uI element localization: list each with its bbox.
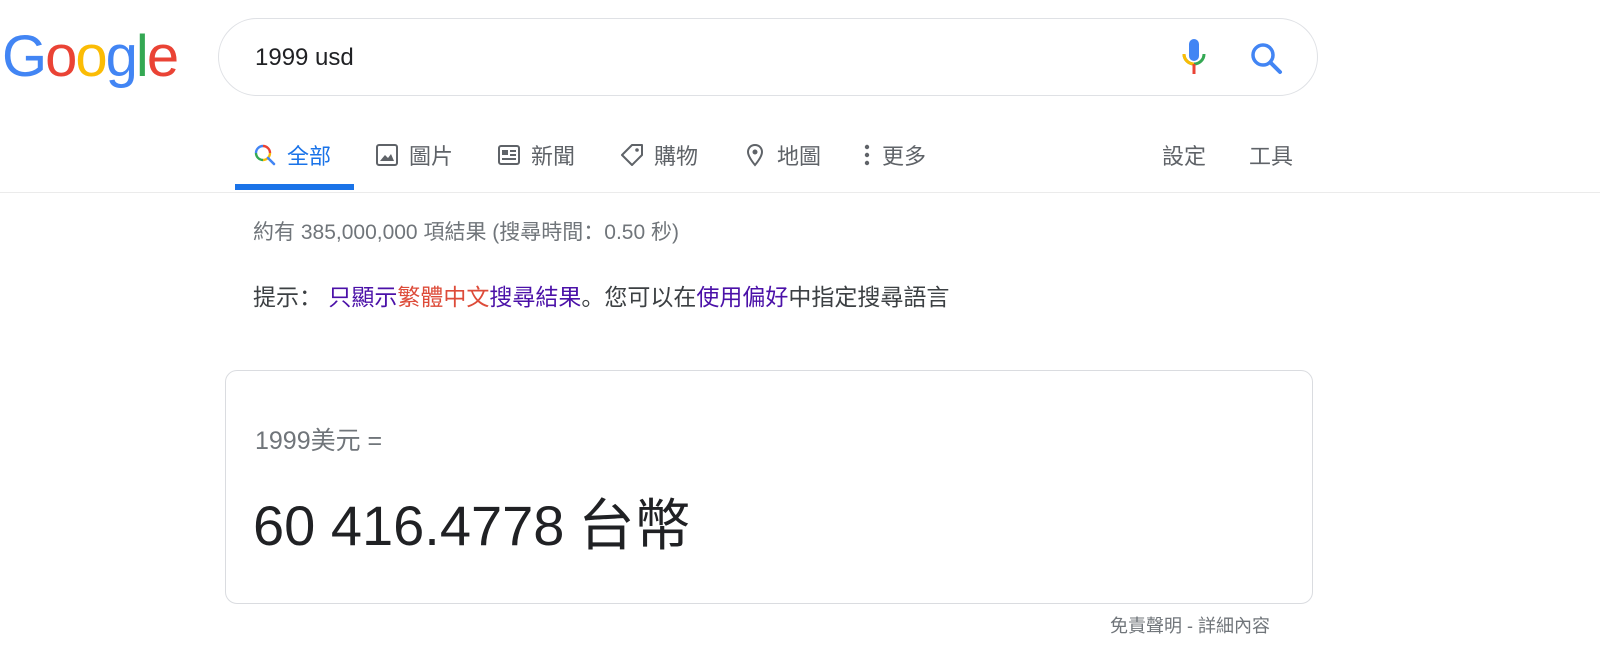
language-tip: 提示： 只顯示繁體中文搜尋結果。您可以在使用偏好中指定搜尋語言 [253,278,949,312]
google-logo[interactable]: Google [2,22,179,92]
tab-label: 全部 [287,144,332,169]
search-tabs: 全部 圖片 新聞 購物 地圖 更多 設定 工具 [0,120,1600,193]
news-icon [497,143,521,167]
converter-from: 1999美元 = [255,427,383,455]
logo-letter: G [2,24,47,89]
tab-all[interactable]: 全部 [253,138,331,172]
more-vertical-icon [862,143,872,167]
search-input[interactable] [255,38,1115,78]
active-tab-indicator [235,184,354,190]
tab-label: 圖片 [409,144,454,169]
logo-letter: o [75,24,107,89]
converter-result-unit: 台幣 [578,494,691,559]
tip-suffix: 中指定搜尋語言 [788,284,950,310]
tip-link-part: 只顯示 [328,284,398,310]
search-box [218,18,1318,96]
converter-result-value: 60 416.4778 [253,494,565,557]
tip-middle: 。您可以在 [581,284,697,310]
logo-letter: o [45,24,77,89]
tab-label: 更多 [882,144,927,169]
tab-label: 購物 [654,144,699,169]
tab-maps[interactable]: 地圖 [743,138,821,172]
map-pin-icon [743,143,767,167]
tip-link-highlight: 繁體中文 [397,284,490,310]
settings-link[interactable]: 設定 [1162,138,1206,172]
tab-images[interactable]: 圖片 [375,138,453,172]
search-icon[interactable] [1247,39,1287,79]
tag-icon [620,143,644,167]
tools-label: 工具 [1249,144,1294,169]
tab-label: 新聞 [531,144,576,169]
search-icon [253,143,277,167]
tools-link[interactable]: 工具 [1249,138,1293,172]
preferences-link[interactable]: 使用偏好 [696,284,788,310]
settings-label: 設定 [1162,144,1207,169]
currency-converter-card: 1999美元 = 60 416.4778 台幣 [225,370,1313,604]
traditional-chinese-only-link[interactable]: 只顯示繁體中文搜尋結果 [328,284,581,310]
disclaimer-link[interactable]: 免責聲明 - 詳細內容 [1110,612,1270,638]
logo-letter: e [146,24,179,89]
tab-label: 地圖 [777,144,822,169]
tab-news[interactable]: 新聞 [497,138,575,172]
converter-result: 60 416.4778 台幣 [253,481,690,562]
tip-prefix: 提示： [253,284,322,310]
microphone-icon[interactable] [1181,39,1207,77]
tab-shopping[interactable]: 購物 [620,138,698,172]
image-icon [375,143,399,167]
logo-letter: l [135,24,149,89]
tab-more[interactable]: 更多 [862,138,926,172]
result-stats: 約有 385,000,000 項結果 (搜尋時間：0.50 秒) [253,221,679,244]
logo-letter: g [105,24,138,89]
tip-link-part: 搜尋結果 [489,284,582,310]
